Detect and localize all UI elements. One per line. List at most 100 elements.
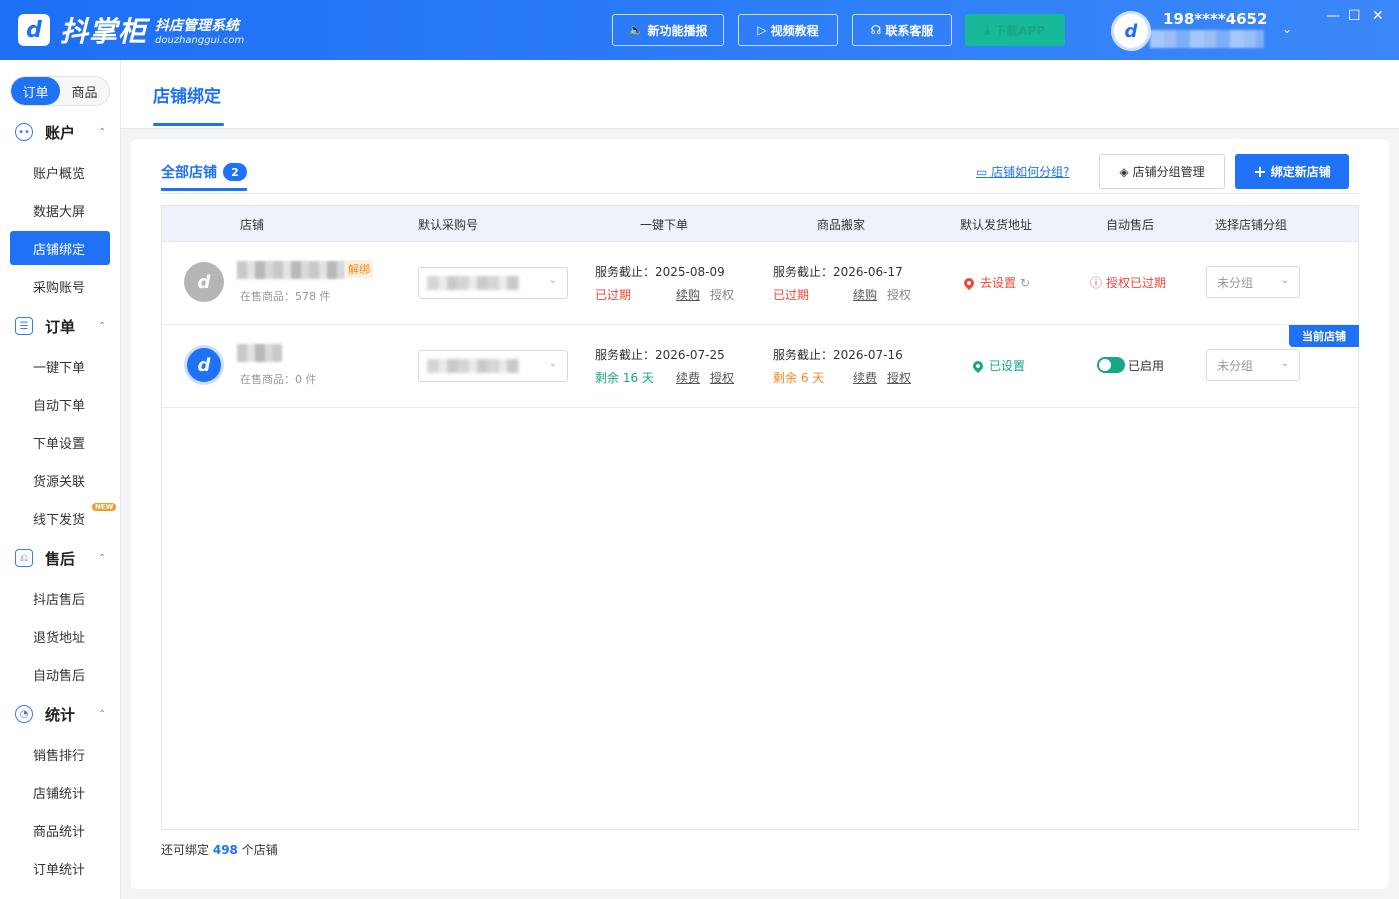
col-one-click-order: 一键下单 (640, 218, 689, 232)
col-default-purchase: 默认采购号 (418, 218, 479, 232)
contact-support-button[interactable]: ☊ 联系客服 (852, 14, 952, 46)
col-shop: 店铺 (240, 218, 265, 232)
app-domain: douzhanggui.com (155, 34, 245, 46)
user-avatar[interactable]: d (1111, 11, 1151, 51)
shop-count-badge: 2 (223, 163, 247, 181)
segment-order[interactable]: 订单 (11, 77, 60, 105)
move-service-status: 已过期 (773, 288, 810, 302)
user-phone: 198****4652 (1163, 10, 1268, 28)
sidebar-item-purchase-account[interactable]: 采购账号 (10, 269, 110, 303)
speaker-icon: 🔈 (628, 23, 644, 37)
user-name-redacted (1150, 30, 1264, 48)
minimize-icon[interactable]: — (1326, 8, 1340, 24)
table-row: 当前店铺 d 在售商品：0 件 ⌄ 服务截止：2026-07-25 剩余 16 … (162, 325, 1359, 408)
table-header: 店铺 默认采购号 一键下单 商品搬家 默认发货地址 自动售后 选择店铺分组 (162, 206, 1358, 242)
unbind-button[interactable]: 解绑 (345, 260, 373, 278)
order-renew-link[interactable]: 续费 (676, 369, 700, 386)
download-icon: ⤓ (984, 22, 991, 37)
move-renew-link[interactable]: 续费 (853, 369, 877, 386)
purchase-account-select[interactable]: ⌄ (418, 350, 568, 382)
order-product-switch: 订单 商品 (10, 76, 110, 106)
shop-group-help-link[interactable]: ▭ 店铺如何分组? (976, 163, 1070, 180)
nav-group-order[interactable]: ☰ 订单 ⌃ (0, 307, 121, 345)
page-title[interactable]: 店铺绑定 (153, 82, 221, 107)
download-app-button[interactable]: ⤓ 下载APP (965, 14, 1065, 46)
chevron-down-icon: ⌄ (1280, 275, 1289, 286)
order-service-deadline: 服务截止：2025-08-09 (595, 265, 725, 279)
chevron-up-icon: ⌃ (98, 552, 107, 564)
chevron-down-icon: ⌄ (1280, 358, 1289, 369)
shop-name-redacted (237, 261, 345, 279)
refresh-icon[interactable]: ↻ (1020, 276, 1030, 290)
headset-icon: ☊ (870, 23, 882, 37)
chevron-up-icon: ⌃ (98, 320, 107, 332)
sidebar-item-sales-ranking[interactable]: 销售排行 (10, 737, 110, 771)
close-icon[interactable]: ✕ (1372, 8, 1384, 24)
move-service-deadline: 服务截止：2026-06-17 (773, 265, 903, 279)
nav-group-account[interactable]: •• 账户 ⌃ (0, 113, 121, 151)
new-feature-button[interactable]: 🔈 新功能播报 (612, 14, 724, 46)
order-service-status: 已过期 (595, 288, 632, 302)
address-set-status[interactable]: 已设置 (970, 357, 1025, 374)
chevron-up-icon: ⌃ (98, 126, 107, 138)
sidebar-item-source-link[interactable]: 货源关联 (10, 463, 110, 497)
auth-expired-status[interactable]: ⓘ 授权已过期 (1090, 274, 1166, 291)
move-service-status: 剩余 6 天 (773, 371, 825, 385)
sidebar-item-shop-binding[interactable]: 店铺绑定 (10, 231, 110, 265)
move-authorize-link[interactable]: 授权 (887, 286, 911, 303)
chevron-down-icon[interactable]: ⌄ (1282, 22, 1292, 36)
maximize-icon[interactable]: ☐ (1348, 8, 1361, 24)
shop-binding-card: 全部店铺 2 ▭ 店铺如何分组? ◈ 店铺分组管理 + 绑定新店铺 店铺 默认采… (131, 139, 1389, 889)
tab-all-shops[interactable]: 全部店铺 2 (161, 162, 247, 182)
app-name: 抖掌柜 (60, 15, 148, 48)
order-authorize-link[interactable]: 授权 (710, 369, 734, 386)
sidebar-item-order-stats[interactable]: 订单统计 (10, 851, 110, 885)
sidebar-item-auto-order[interactable]: 自动下单 (10, 387, 110, 421)
auto-after-sale-status: 已启用 (1128, 359, 1165, 373)
sidebar-item-return-address[interactable]: 退货地址 (10, 619, 110, 653)
sidebar: 订单 商品 •• 账户 ⌃ 账户概览 数据大屏 店铺绑定 采购账号 ☰ 订单 ⌃… (0, 60, 121, 899)
bind-new-shop-button[interactable]: + 绑定新店铺 (1235, 154, 1349, 189)
order-authorize-link[interactable]: 授权 (710, 286, 734, 303)
segment-product[interactable]: 商品 (60, 77, 109, 105)
nav-group-statistics[interactable]: ◔ 统计 ⌃ (0, 695, 121, 733)
col-product-move: 商品搬家 (817, 218, 866, 232)
shop-group-select[interactable]: 未分组 ⌄ (1206, 349, 1300, 381)
sidebar-item-shop-stats[interactable]: 店铺统计 (10, 775, 110, 809)
move-authorize-link[interactable]: 授权 (887, 369, 911, 386)
remaining-binds-count: 498 (212, 843, 238, 857)
shop-avatar: d (184, 345, 224, 385)
shop-group-select[interactable]: 未分组 ⌄ (1206, 266, 1300, 298)
order-list-icon: ☰ (15, 317, 33, 335)
sidebar-item-douyin-after-sale[interactable]: 抖店售后 (10, 581, 110, 615)
chevron-down-icon: ⌄ (548, 275, 557, 286)
sidebar-item-product-stats[interactable]: 商品统计 (10, 813, 110, 847)
app-header: d 抖掌柜 抖店管理系统 douzhanggui.com 🔈 新功能播报 ▷ 视… (0, 0, 1399, 60)
sidebar-item-account-overview[interactable]: 账户概览 (10, 155, 110, 189)
sidebar-item-offline-shipping[interactable]: 线下发货 NEW (10, 501, 117, 535)
account-icon: •• (15, 123, 33, 141)
sidebar-item-one-click-order[interactable]: 一键下单 (10, 349, 110, 383)
table-row: d 解绑 在售商品：578 件 ⌄ 服务截止：2025-08-09 已过期 续购… (162, 242, 1358, 325)
sidebar-item-order-settings[interactable]: 下单设置 (10, 425, 110, 459)
pie-chart-icon: ◔ (15, 705, 33, 723)
sidebar-item-data-screen[interactable]: 数据大屏 (10, 193, 110, 227)
video-tutorial-button[interactable]: ▷ 视频教程 (738, 14, 838, 46)
nav-group-after-sale[interactable]: ⎌ 售后 ⌃ (0, 539, 121, 577)
set-address-link[interactable]: 去设置 ↻ (961, 274, 1030, 291)
layers-icon: ◈ (1119, 164, 1129, 179)
book-icon: ▭ (976, 165, 988, 179)
location-pin-icon (961, 275, 977, 290)
col-auto-after-sale: 自动售后 (1106, 218, 1155, 232)
col-shop-group: 选择店铺分组 (1215, 218, 1288, 232)
on-sale-count: 在售商品：0 件 (240, 373, 317, 386)
video-icon: ▷ (757, 23, 767, 37)
shop-group-manage-button[interactable]: ◈ 店铺分组管理 (1099, 154, 1225, 189)
sidebar-item-auto-after-sale[interactable]: 自动售后 (10, 657, 110, 691)
logo-mark-icon: d (18, 14, 50, 46)
order-renew-link[interactable]: 续购 (676, 286, 700, 303)
move-renew-link[interactable]: 续购 (853, 286, 877, 303)
col-default-address: 默认发货地址 (960, 218, 1033, 232)
auto-after-sale-toggle[interactable] (1097, 357, 1125, 373)
purchase-account-select[interactable]: ⌄ (418, 267, 568, 299)
